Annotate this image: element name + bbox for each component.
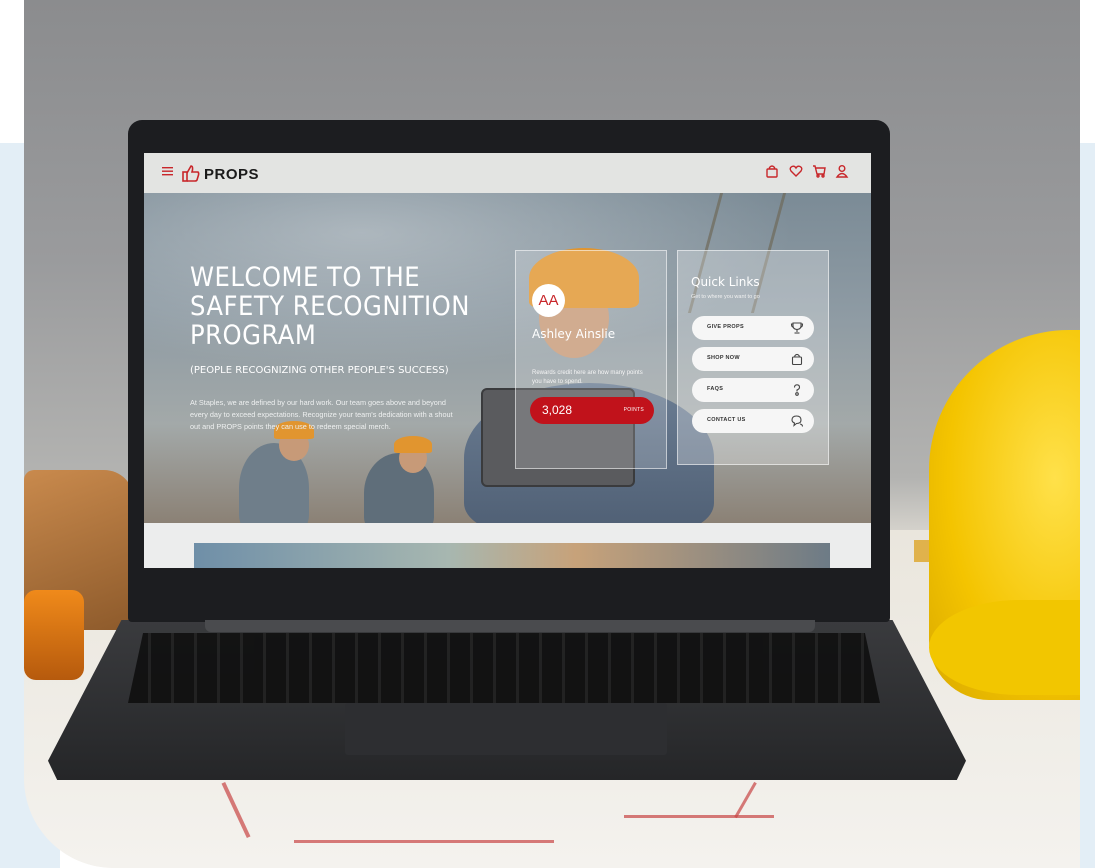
lower-section [144, 523, 871, 568]
avatar[interactable]: AA [532, 284, 565, 317]
laptop-keyboard [128, 633, 880, 703]
menu-icon[interactable] [162, 166, 173, 178]
quick-links-title: Quick Links [691, 275, 760, 289]
cart-icon[interactable] [812, 164, 828, 180]
points-label: POINTS [623, 407, 644, 413]
shop-now-label: SHOP NOW [707, 355, 740, 361]
brand-logo[interactable]: PROPS [204, 166, 259, 183]
quick-links-subtitle: Get to where you want to go [691, 294, 760, 300]
quick-links-panel: Quick Links Get to where you want to go … [677, 250, 829, 465]
contact-us-label: CONTACT US [707, 417, 746, 423]
background-panel-right [1080, 143, 1095, 868]
give-props-button[interactable]: GIVE PROPS [692, 316, 814, 340]
laptop-trackpad [345, 703, 667, 755]
hero-subtitle: (PEOPLE RECOGNIZING OTHER PEOPLE'S SUCCE… [190, 365, 449, 376]
points-value: 3,028 [542, 403, 573, 417]
user-icon[interactable] [835, 164, 851, 180]
points-description: Rewards credit here are how many points … [532, 370, 643, 385]
question-icon [790, 383, 804, 397]
bag-icon[interactable] [765, 164, 781, 180]
hero-banner: WELCOME TO THE SAFETY RECOGNITION PROGRA… [144, 193, 871, 523]
worker-photo [394, 436, 432, 453]
hero-title: WELCOME TO THE SAFETY RECOGNITION PROGRA… [190, 262, 470, 351]
points-badge[interactable]: 3,028 POINTS [530, 397, 654, 424]
faqs-label: FAQS [707, 386, 724, 392]
tool-handle [24, 590, 84, 680]
lower-section-image [194, 543, 830, 568]
thumbs-up-icon[interactable] [182, 164, 200, 183]
bag-icon [790, 352, 804, 366]
user-name: Ashley Ainslie [532, 327, 616, 341]
blueprint-line [624, 815, 774, 818]
user-points-card: AA Ashley Ainslie Rewards credit here ar… [515, 250, 667, 469]
hero-description: At Staples, we are defined by our hard w… [190, 398, 453, 431]
heart-icon[interactable] [789, 164, 805, 180]
laptop-screen: PROPS WELCOME TO THE SAFETY RECOGNITION … [144, 153, 871, 568]
blueprint-line [294, 840, 554, 843]
shop-now-button[interactable]: SHOP NOW [692, 347, 814, 371]
trophy-icon [790, 321, 804, 335]
faqs-button[interactable]: FAQS [692, 378, 814, 402]
chat-icon [790, 414, 804, 428]
laptop-hinge [205, 620, 815, 632]
site-header: PROPS [144, 153, 871, 193]
contact-us-button[interactable]: CONTACT US [692, 409, 814, 433]
give-props-label: GIVE PROPS [707, 324, 744, 330]
